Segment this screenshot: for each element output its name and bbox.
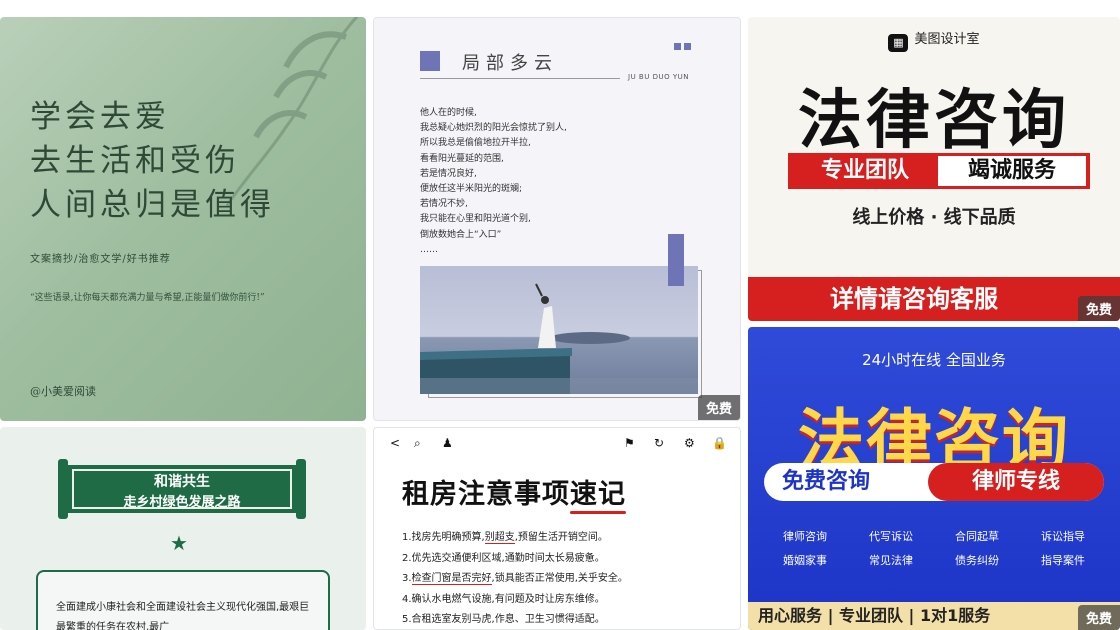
service-item: 指导案件	[1041, 554, 1085, 567]
poem-line: 人间总归是值得	[30, 187, 275, 223]
title-line-1: 和谐共生	[154, 474, 210, 490]
pill-left: 免费咨询	[782, 469, 871, 494]
headline-highlight: 速记	[570, 479, 626, 510]
list-item: 4.确认水电燃气设施,有问题及时让房东维修。	[402, 593, 605, 605]
pill-right: 律师专线	[928, 463, 1104, 501]
title-line-2: 走乡村绿色发展之路	[123, 495, 241, 510]
template-card-legal-white[interactable]: ▦ 美图设计室 法律咨询 专业团队 竭诚服务 线上价格 · 线下品质 详情请咨询客…	[748, 17, 1120, 321]
free-badge: 免费	[1077, 605, 1120, 630]
title-scroll: 和谐共生 走乡村绿色发展之路	[68, 465, 296, 513]
prose-line: 看看阳光蔓延的范围,	[420, 153, 504, 164]
prose-line: 我只能在心里和阳光道个别,	[420, 214, 531, 225]
poem-line: 去生活和受伤	[30, 143, 240, 179]
prose-line: 若是情况良好,	[420, 168, 477, 179]
quote-text: “这些语录,让你每天都充满力量与希望,正能量们做你前行!”	[30, 293, 265, 303]
prose-line: 便放任这半米阳光的斑斓;	[420, 184, 523, 195]
template-card-cloudy[interactable]: 局部多云 JU BU DUO YUN 他人在的时候, 我总疑心她炽烈的阳光会惊扰…	[373, 17, 741, 421]
profile-icon: ♟	[442, 436, 453, 450]
list-item: 2.优先选交通便利区域,通勤时间太长易疲惫。	[402, 552, 605, 564]
gear-icon: ⚙	[684, 436, 695, 450]
scroll-end-decoration	[296, 459, 306, 519]
template-card-rent[interactable]: < ⌕ ♟ ⚑ ↻ ⚙ 🔒 租房注意事项速记 1.找房先明确预算,别超支,预留生…	[373, 427, 741, 630]
cta-pill: 免费咨询 律师专线	[764, 463, 1104, 501]
list-item: 3.检查门窗是否完好,锁具能否正常使用,关乎安全。	[402, 573, 628, 585]
seaside-photo	[420, 266, 698, 394]
scroll-end-decoration	[58, 459, 68, 519]
free-badge: 免费	[697, 395, 740, 420]
flag-icon: ⚑	[624, 436, 635, 450]
top-line: 24小时在线 全国业务	[862, 351, 1006, 369]
tag-left: 专业团队	[820, 158, 909, 183]
prose-line: 所以我总是偷偷地拉开半拉,	[420, 138, 531, 149]
poem-text: 学会去爱 去生活和受伤 人间总归是值得	[30, 95, 275, 227]
body-text: 全面建成小康社会和全面建设社会主义现代化强国,最艰巨最繁重的任务在农村,最广	[56, 602, 310, 630]
tag-bar: 专业团队 竭诚服务	[788, 153, 1090, 189]
footer-strip: 用心服务 | 专业团队 | 1对1服务	[748, 602, 1120, 630]
author-handle: @小美爱阅读	[30, 385, 96, 398]
service-item: 合同起草	[955, 530, 999, 543]
brand-header: ▦ 美图设计室	[748, 28, 1120, 52]
title-square-decoration	[420, 51, 440, 71]
lock-icon: 🔒	[712, 436, 727, 450]
prose-line: 我总疑心她炽烈的阳光会惊扰了别人,	[420, 123, 567, 134]
free-badge: 免费	[1077, 296, 1120, 321]
card-title: 局部多云	[462, 53, 558, 74]
service-item: 婚姻家事	[783, 554, 827, 567]
back-icon: <	[390, 436, 401, 450]
tag-right: 竭诚服务	[938, 156, 1086, 186]
prose-line: 他人在的时候,	[420, 108, 477, 118]
template-card-quote[interactable]: 学会去爱 去生活和受伤 人间总归是值得 文案摘抄/治愈文学/好书推荐 “这些语录…	[0, 17, 366, 421]
headline-main: 租房注意事项	[402, 479, 570, 510]
service-item: 律师咨询	[783, 530, 827, 543]
prose-text: 他人在的时候, 我总疑心她炽烈的阳光会惊扰了别人, 所以我总是偷偷地拉开半拉, …	[420, 106, 567, 258]
prose-line: 若情况不妙,	[420, 199, 468, 210]
template-card-legal-blue[interactable]: 24小时在线 全国业务 法律咨询 免费咨询 律师专线 律师咨询 代写诉讼 合同起草诉…	[748, 327, 1120, 630]
poem-line: 学会去爱	[30, 99, 170, 135]
brand-name: 美图设计室	[914, 32, 980, 47]
service-item: 代写诉讼	[869, 530, 913, 543]
accent-bar-decoration	[668, 234, 684, 286]
tips-list: 1.找房先明确预算,别超支,预留生活开销空间。 2.优先选交通便利区域,通勤时间…	[402, 528, 628, 629]
template-card-harmony[interactable]: 和谐共生 走乡村绿色发展之路 ★ 全面建成小康社会和全面建设社会主义现代化强国,…	[0, 427, 366, 630]
service-item: 常见法律	[869, 554, 913, 567]
mock-toolbar: < ⌕ ♟ ⚑ ↻ ⚙ 🔒	[374, 436, 740, 454]
service-item: 债务纠纷	[955, 554, 999, 567]
brand-logo-icon: ▦	[888, 34, 909, 52]
service-item: 诉讼指导	[1041, 530, 1085, 543]
refresh-icon: ↻	[654, 436, 665, 450]
headline: 租房注意事项速记	[402, 472, 626, 511]
pinyin-subtitle: JU BU DUO YUN	[628, 73, 689, 81]
prose-line: 倒放数她合上“入口”	[420, 229, 502, 240]
slogan: 线上价格 · 线下品质	[852, 207, 1016, 228]
dots-decoration	[674, 35, 694, 54]
divider	[420, 78, 620, 79]
search-icon: ⌕	[414, 436, 421, 450]
list-item: 1.找房先明确预算,别超支,预留生活开销空间。	[402, 532, 608, 544]
list-item: 5.合租选室友别马虎,作息、卫生习惯得适配。	[402, 614, 605, 625]
bottom-banner: 详情请咨询客服	[748, 277, 1120, 321]
services-grid: 律师咨询 代写诉讼 合同起草 诉讼指导婚姻家事 常见法律 债务纠纷 指导案件	[762, 525, 1112, 573]
prose-line: ……	[420, 244, 438, 255]
text-box: 全面建成小康社会和全面建设社会主义现代化强国,最艰巨最繁重的任务在农村,最广	[36, 570, 330, 630]
headline: 法律咨询	[798, 84, 1070, 158]
subtitle: 文案摘抄/治愈文学/好书推荐	[30, 254, 171, 265]
star-icon: ★	[170, 531, 188, 555]
